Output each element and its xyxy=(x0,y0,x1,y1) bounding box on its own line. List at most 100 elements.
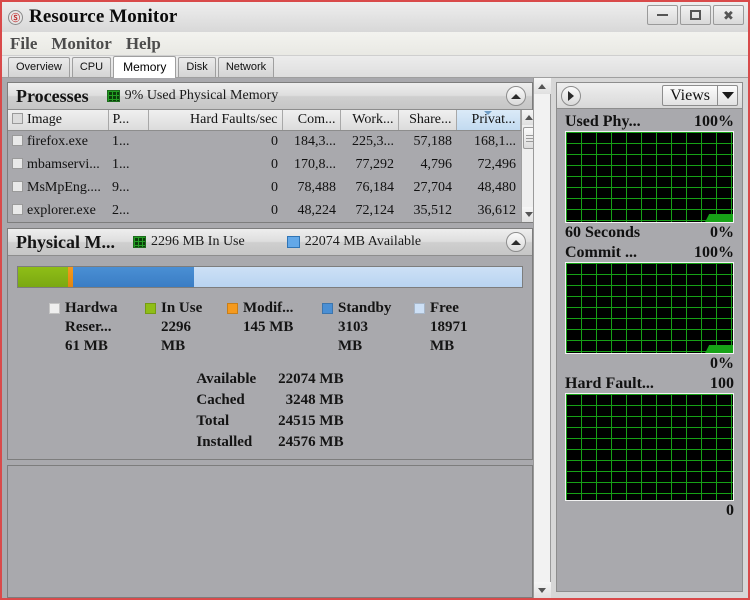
tab-cpu[interactable]: CPU xyxy=(71,57,112,77)
stat-value-total: 24515 MB xyxy=(278,413,344,429)
table-row[interactable]: firefox.exe 1... 0 184,3... 225,3... 57,… xyxy=(8,130,520,153)
cell-image-label: MsMpEng.... xyxy=(27,179,101,195)
graph-max-label: 100% xyxy=(694,244,734,261)
chevron-up-icon xyxy=(511,239,521,245)
available-label: 22074 MB Available xyxy=(304,234,422,249)
graph-min-label: 0 xyxy=(726,502,734,519)
legend-label-in-use: In Use xyxy=(161,300,203,316)
legend-swatch-standby-icon xyxy=(322,303,333,314)
cell-private: 72,496 xyxy=(477,156,517,172)
stat-row: Cached 3248 MB xyxy=(196,390,343,411)
cell-image-label: firefox.exe xyxy=(27,133,89,149)
cell-pid: 1... xyxy=(112,133,130,149)
cell-image: mbamservi... xyxy=(8,153,108,176)
cell-private: 36,612 xyxy=(477,202,517,218)
physical-memory-collapse-button[interactable] xyxy=(506,232,526,252)
row-checkbox[interactable] xyxy=(12,203,23,215)
physical-memory-header[interactable]: Physical M... 2296 MB In Use 22074 MB Av… xyxy=(8,229,532,256)
graph-title: Used Phy... xyxy=(565,113,641,130)
select-all-checkbox[interactable] xyxy=(12,112,23,124)
row-checkbox[interactable] xyxy=(12,180,23,192)
main-scrollbar[interactable] xyxy=(533,78,551,598)
cell-image-label: explorer.exe xyxy=(27,202,96,218)
memory-graph-icon xyxy=(106,90,120,102)
menu-item-help[interactable]: Help xyxy=(126,34,161,54)
table-row[interactable]: MsMpEng.... 9... 0 78,488 76,184 27,704 … xyxy=(8,176,520,199)
stat-key-available: Available xyxy=(196,371,257,387)
graph-trace xyxy=(705,344,733,353)
legend-label-free: Free xyxy=(430,300,459,316)
legend-value2-free: MB xyxy=(430,338,455,354)
tab-disk[interactable]: Disk xyxy=(178,57,216,77)
legend-value-free: 18971 xyxy=(430,319,468,335)
graph-footer: 0 xyxy=(565,502,734,520)
graph-min-label: 0% xyxy=(710,224,734,241)
physical-memory-title: Physical M... xyxy=(16,231,115,252)
processes-panel-header[interactable]: Processes 9% Used Physical Memory xyxy=(8,83,532,110)
cell-hard-faults: 0 xyxy=(271,133,278,149)
legend-item-free: Free 18971 MB xyxy=(414,299,468,356)
legend-item-standby: Standby 3103 MB xyxy=(322,299,414,356)
column-header-image[interactable]: Image xyxy=(8,110,109,131)
cell-hard-faults: 0 xyxy=(271,156,278,172)
restore-button[interactable] xyxy=(680,5,711,25)
views-dropdown[interactable]: Views xyxy=(662,85,738,106)
cell-image-label: mbamservi... xyxy=(27,156,100,172)
graph-header: Commit ... 100% xyxy=(565,244,734,262)
cell-working-set: 77,292 xyxy=(355,156,395,172)
table-row[interactable]: explorer.exe 2... 0 48,224 72,124 35,512… xyxy=(8,199,520,222)
row-checkbox[interactable] xyxy=(12,157,23,169)
cell-hard-faults: 0 xyxy=(271,179,278,195)
cell-shareable: 35,512 xyxy=(413,202,453,218)
cell-shareable: 27,704 xyxy=(413,179,453,195)
legend-item-in-use: In Use 2296 MB xyxy=(145,299,227,356)
window-title: Resource Monitor xyxy=(29,6,178,27)
cell-commit: 184,3... xyxy=(294,133,336,149)
column-header-hard-faults[interactable]: Hard Faults/sec xyxy=(148,110,283,131)
column-header-private[interactable]: Privat... xyxy=(456,110,521,131)
stat-key-cached: Cached xyxy=(196,392,245,408)
processes-collapse-button[interactable] xyxy=(506,86,526,106)
processes-status-label: 9% Used Physical Memory xyxy=(124,88,279,103)
tab-overview[interactable]: Overview xyxy=(8,57,70,77)
views-dropdown-arrow[interactable] xyxy=(717,86,737,105)
row-checkbox[interactable] xyxy=(12,134,23,146)
legend-value2-standby: MB xyxy=(338,338,363,354)
graph-canvas xyxy=(565,262,734,354)
column-header-commit[interactable]: Com... xyxy=(282,110,341,131)
close-button[interactable]: ✖ xyxy=(713,5,744,25)
graph-max-label: 100 xyxy=(710,375,734,392)
processes-status: 9% Used Physical Memory xyxy=(106,88,279,104)
menu-item-monitor[interactable]: Monitor xyxy=(51,34,111,54)
main-scroll-up-button[interactable] xyxy=(533,78,551,94)
views-label: Views xyxy=(670,86,710,104)
sidebar-expand-button[interactable] xyxy=(561,85,581,106)
column-header-working-set[interactable]: Work... xyxy=(340,110,399,131)
stat-value-available: 22074 MB xyxy=(278,371,344,387)
empty-panel-area xyxy=(7,465,533,598)
resource-monitor-window: Ⓢ Resource Monitor ✖ File Monitor Help O… xyxy=(0,0,750,600)
tab-network[interactable]: Network xyxy=(217,57,275,77)
column-header-shareable[interactable]: Share... xyxy=(398,110,457,131)
column-header-pid[interactable]: P... xyxy=(108,110,149,131)
legend-item-modified: Modif... 145 MB xyxy=(227,299,322,356)
chevron-right-icon xyxy=(568,90,574,101)
triangle-down-icon xyxy=(538,587,546,593)
stat-key-total: Total xyxy=(196,413,230,429)
memory-graph-icon xyxy=(133,236,146,248)
table-row[interactable]: mbamservi... 1... 0 170,8... 77,292 4,79… xyxy=(8,153,520,176)
close-icon: ✖ xyxy=(723,7,734,23)
triangle-up-icon xyxy=(525,115,533,120)
tab-memory[interactable]: Memory xyxy=(113,56,177,78)
title-bar: Ⓢ Resource Monitor ✖ xyxy=(2,2,748,32)
main-scroll-down-button[interactable] xyxy=(533,582,551,598)
cell-private: 168,1... xyxy=(474,133,516,149)
legend-value2-hardware: 61 MB xyxy=(65,338,108,354)
stat-value-cached: 3248 MB xyxy=(285,392,344,408)
cell-shareable: 57,188 xyxy=(413,133,453,149)
menu-item-file[interactable]: File xyxy=(10,34,37,54)
cell-image: explorer.exe xyxy=(8,199,108,222)
legend-label-hardware: Hardwa xyxy=(65,300,118,316)
minimize-button[interactable] xyxy=(647,5,678,25)
graph-canvas xyxy=(565,131,734,223)
